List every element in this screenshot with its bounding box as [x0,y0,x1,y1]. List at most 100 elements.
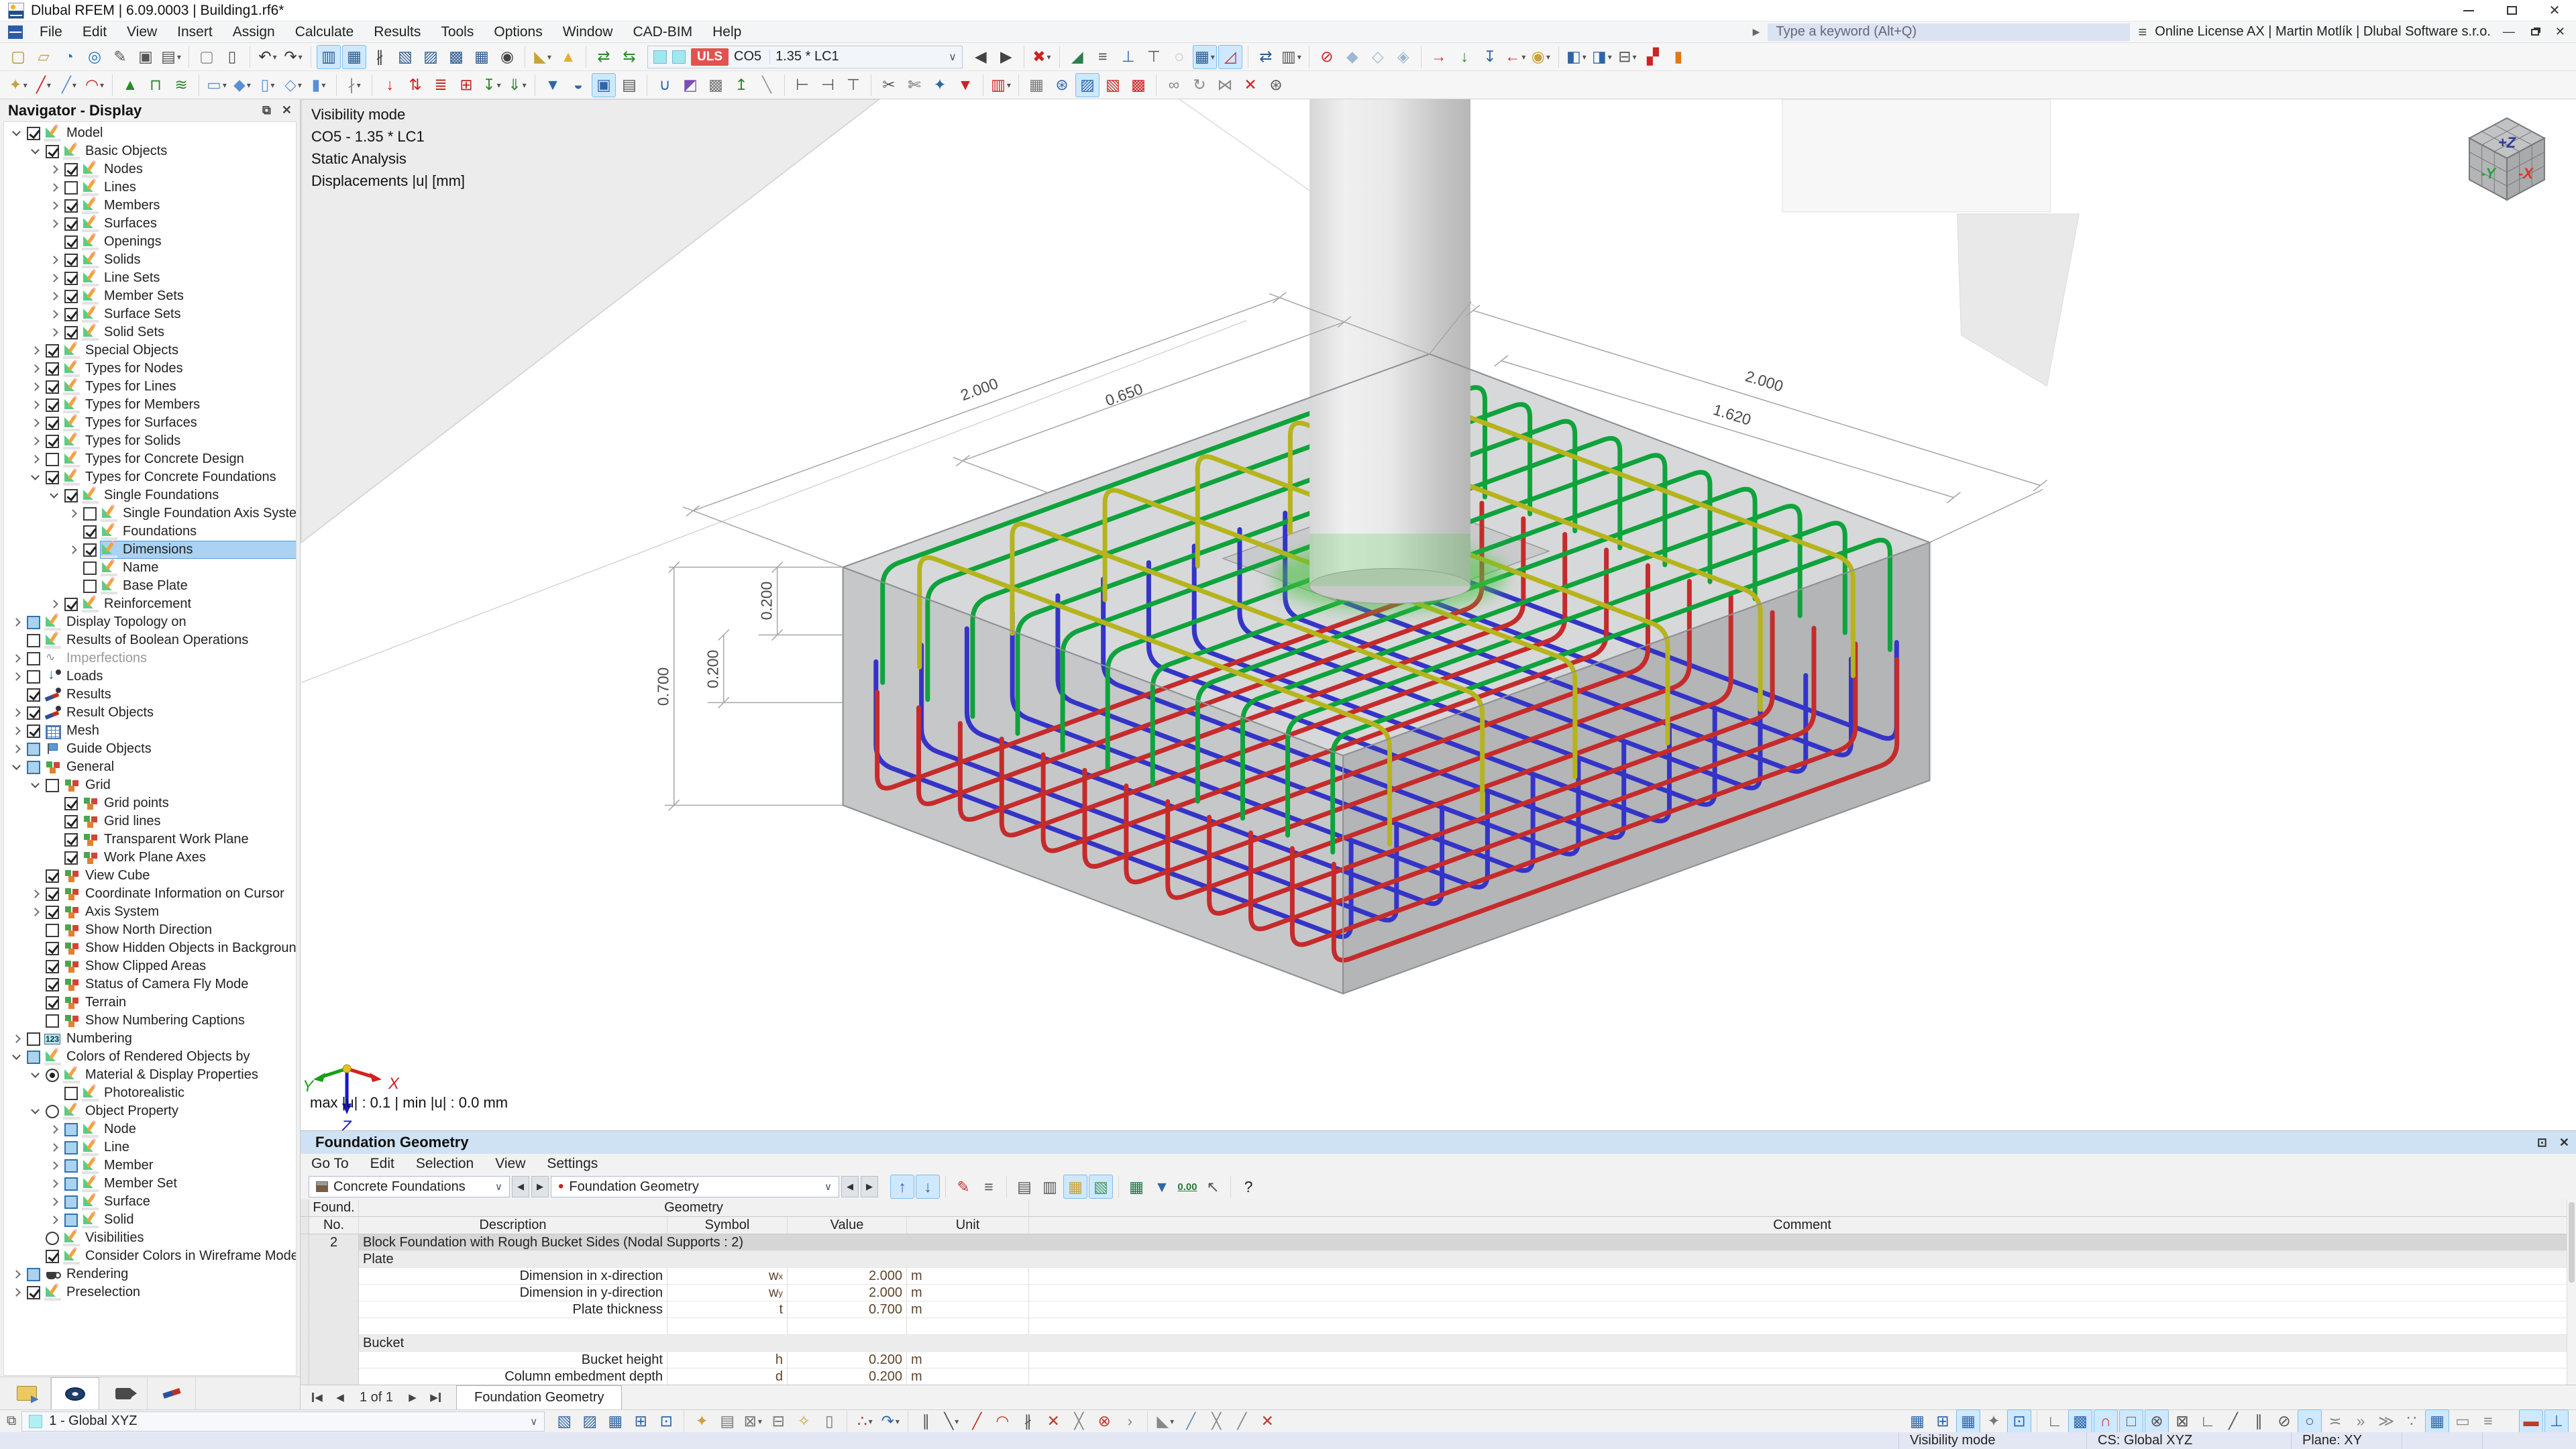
delete-icon[interactable]: ✕ [1238,73,1263,97]
clipping-box-icon[interactable]: ▣ [592,73,616,97]
solid-view-2-icon[interactable]: ◇ [1366,45,1390,69]
tree-radio[interactable] [46,1069,59,1082]
line-load-icon[interactable]: ≣ [429,73,453,97]
load-case-dropdown-icon[interactable]: ∨ [949,50,957,64]
pin-view-icon[interactable]: ⊥ [2544,1409,2569,1434]
scale-colors-icon[interactable]: ▥▾ [989,73,1013,97]
expand-arrow-icon[interactable] [48,1142,60,1154]
filter-values-icon[interactable]: ▼ [1150,1175,1174,1199]
angle-mode-icon[interactable]: ∟ [2196,1409,2220,1434]
search-caret-icon[interactable]: ▶ [1753,26,1760,38]
category-prev-button[interactable]: ◀ [512,1176,529,1197]
expand-arrow-icon[interactable] [11,671,23,683]
panel-menu-settings[interactable]: Settings [536,1156,608,1172]
first-page-button[interactable]: ◀ [306,1387,329,1407]
result-diagram-icon[interactable]: ◿ [1218,45,1242,69]
expand-arrow-icon[interactable] [48,200,60,212]
tree-item-results-of-boolean-operations[interactable]: Results of Boolean Operations [4,631,296,649]
expand-arrow-icon[interactable] [11,1269,23,1281]
table-rows-icon[interactable]: ▤ [1012,1175,1036,1199]
guide-c-icon[interactable]: ≫ [2374,1409,2398,1434]
tree-item-show-hidden-objects-in-background[interactable]: Show Hidden Objects in Background [4,939,296,957]
square-snap-icon[interactable]: □ [2119,1409,2143,1434]
view-cube-z-label[interactable]: +Z [2498,134,2517,151]
cell-comment[interactable] [1029,1368,2576,1385]
row-number[interactable]: 2 [309,1234,359,1251]
select-all-icon[interactable]: ▲ [556,45,580,69]
tree-item-object-property[interactable]: Object Property [4,1102,296,1120]
menu-options[interactable]: Options [484,21,552,42]
tree-checkbox[interactable] [27,1268,40,1281]
table-category-combo[interactable]: Concrete Foundations ∨ [309,1176,510,1197]
delete-results-icon[interactable]: ✖▾ [1030,45,1054,69]
cell-symbol[interactable]: h [667,1352,788,1368]
collapse-arrow-icon[interactable] [30,146,42,158]
table-row-block-foundation-with-rough-bucket-sides-nodal-supports-2[interactable]: 2Block Foundation with Rough Bucket Side… [301,1234,2576,1251]
circle-snap-icon[interactable]: ⊗ [1092,1409,1116,1434]
tree-checkbox[interactable] [27,724,40,738]
3d-viewport[interactable]: 2.000 0.650 2.000 1.620 0.200 0.200 0.70… [301,99,2576,1130]
collapse-arrow-icon[interactable] [11,127,23,140]
tree-checkbox[interactable] [27,688,40,702]
tree-item-openings[interactable]: Openings [4,233,296,251]
prev-page-button[interactable]: ◀ [329,1387,352,1407]
tree-item-show-north-direction[interactable]: Show North Direction [4,921,296,939]
decimals-icon[interactable]: 0.00 [1175,1175,1199,1199]
expand-arrow-icon[interactable] [11,616,23,629]
dimension-label-bucket-x[interactable]: 0.650 [1103,380,1145,409]
visibility-filter-icon[interactable]: ▼ [541,73,565,97]
navigator-toggle-icon[interactable]: ▥ [317,45,341,69]
mesh-refine-1-icon[interactable]: ▧ [1101,73,1125,97]
expand-arrow-icon[interactable] [11,1287,23,1299]
tree-item-types-for-concrete-foundations[interactable]: Types for Concrete Foundations [4,468,296,486]
cell-symbol[interactable]: wy [667,1285,788,1301]
tree-checkbox[interactable] [46,1250,59,1263]
expand-arrow-icon[interactable] [30,381,42,393]
box-snap-icon[interactable]: ⊠ [2170,1409,2194,1434]
cell-description[interactable]: Column embedment depth [359,1368,667,1385]
solid-view-1-icon[interactable]: ◆ [1340,45,1364,69]
panel-menu-go-to[interactable]: Go To [301,1156,360,1172]
clip-plane-2-icon[interactable]: ◨▾ [1590,45,1614,69]
tree-checkbox[interactable] [83,525,97,539]
work-plane-1-icon[interactable]: ▧ [552,1409,576,1434]
show-values-icon[interactable]: ≡ [977,1175,1001,1199]
dim-linear-icon[interactable]: ⊢ [790,73,814,97]
jump-up-icon[interactable]: ↑ [890,1175,914,1199]
new-object-icon[interactable]: ▢ [195,45,219,69]
work-plane-5-icon[interactable]: ⊡ [654,1409,678,1434]
tree-item-types-for-members[interactable]: Types for Members [4,396,296,414]
circle-cross-snap-icon[interactable]: ⊗ [2145,1409,2169,1434]
tree-item-reinforcement[interactable]: Reinforcement [4,595,296,613]
table-colors-icon[interactable]: ▧ [1089,1175,1113,1199]
tree-checkbox[interactable] [64,598,78,611]
guide-a-icon[interactable]: ≍ [2323,1409,2347,1434]
tree-item-grid[interactable]: Grid [4,776,296,794]
table-next-button[interactable]: ▶ [861,1176,878,1197]
tree-checkbox[interactable] [27,743,40,756]
tree-item-types-for-nodes[interactable]: Types for Nodes [4,360,296,378]
tables-toggle-icon[interactable]: ▦ [342,45,366,69]
model-scene[interactable]: 2.000 0.650 2.000 1.620 0.200 0.200 0.70… [301,99,2576,1130]
edit-model-icon[interactable]: ✎ [108,45,132,69]
maximize-button[interactable] [2490,0,2533,21]
ellipse-snap-icon[interactable]: ○ [2298,1409,2322,1434]
expand-arrow-icon[interactable] [48,1196,60,1208]
tree-item-surface[interactable]: Surface [4,1193,296,1211]
work-plane-3-icon[interactable]: ▦ [603,1409,627,1434]
expand-arrow-icon[interactable] [48,218,60,230]
redo-icon[interactable]: ↷▾ [281,45,305,69]
expand-arrow-icon[interactable] [30,363,42,375]
expand-arrow-icon[interactable] [48,182,60,194]
panel-close-icon[interactable]: ✕ [2559,1136,2569,1150]
table-row-plate-thickness[interactable]: Plate thicknesst0.700m [301,1301,2576,1318]
tree-item-grid-points[interactable]: Grid points [4,794,296,812]
work-plane-2-icon[interactable]: ▨ [578,1409,602,1434]
grid-values-icon[interactable]: ⊟ [766,1409,790,1434]
hatch-3-icon[interactable]: ╱ [1230,1409,1254,1434]
tree-checkbox[interactable] [46,453,59,466]
mesh-icon[interactable]: ▦ [1024,73,1049,97]
tree-checkbox[interactable] [27,1051,40,1064]
close-button[interactable]: ✕ [2533,0,2576,21]
history-icon[interactable]: ◔ [57,45,81,69]
